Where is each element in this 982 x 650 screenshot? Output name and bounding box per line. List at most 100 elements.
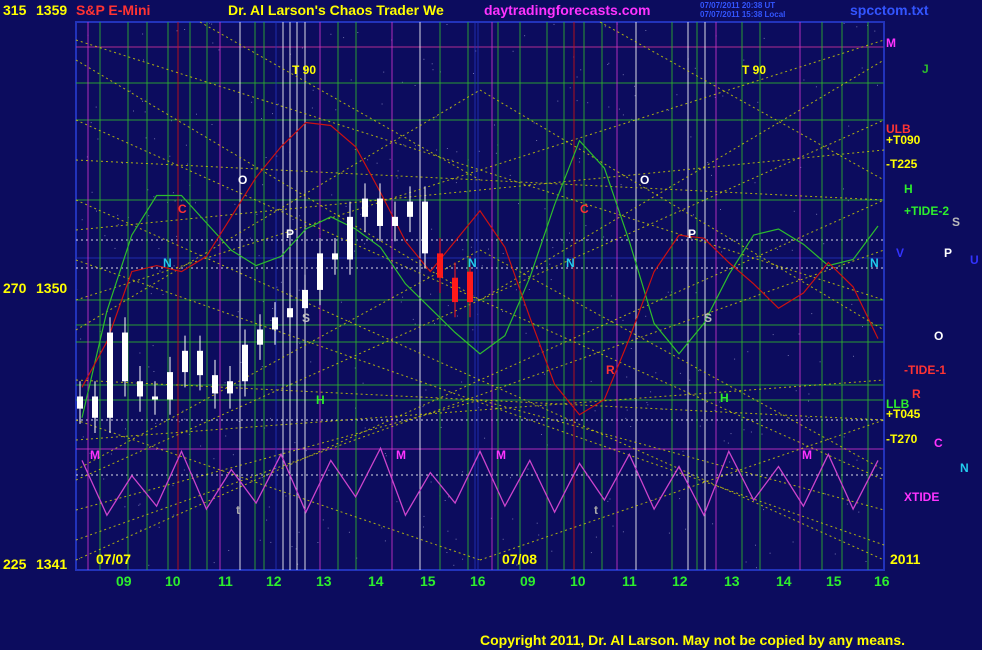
star-dot: [150, 293, 152, 295]
star-dot: [446, 148, 448, 149]
right-label-tide-1: -TIDE-1: [904, 363, 946, 377]
price-bar-body: [422, 201, 428, 254]
in-chart-label-r: R: [606, 363, 615, 377]
star-dot: [858, 511, 860, 513]
star-dot: [502, 310, 503, 312]
star-dot: [576, 100, 578, 102]
star-dot: [153, 371, 155, 372]
star-dot: [91, 191, 93, 193]
star-dot: [730, 433, 732, 435]
star-dot: [634, 95, 636, 97]
price-bar-body: [332, 253, 338, 260]
in-chart-label-o: O: [640, 173, 649, 187]
star-dot: [276, 286, 278, 288]
star-dot: [211, 124, 213, 125]
star-dot: [117, 214, 119, 216]
star-dot: [846, 503, 848, 505]
star-dot: [856, 459, 858, 461]
star-dot: [834, 553, 836, 555]
site-link[interactable]: daytradingforecasts.com: [484, 2, 651, 18]
in-chart-label-p: P: [688, 227, 696, 241]
star-dot: [848, 125, 850, 127]
star-dot: [523, 304, 525, 306]
star-dot: [455, 182, 457, 184]
price-bar-body: [272, 317, 278, 330]
star-dot: [536, 522, 538, 524]
star-dot: [729, 461, 731, 463]
star-dot: [384, 453, 386, 454]
star-dot: [432, 69, 434, 71]
star-dot: [360, 213, 362, 215]
star-dot: [808, 400, 809, 402]
star-dot: [345, 205, 347, 207]
symbol-title: S&P E-Mini: [76, 2, 150, 18]
star-dot: [761, 433, 763, 435]
x-tick-label: 09: [520, 573, 536, 589]
star-dot: [694, 67, 696, 69]
price-bar-body: [77, 396, 83, 409]
star-dot: [689, 379, 691, 381]
star-dot: [755, 544, 756, 546]
star-dot: [747, 351, 749, 353]
star-dot: [466, 191, 468, 193]
star-dot: [187, 163, 189, 165]
star-dot: [707, 162, 709, 163]
star-dot: [265, 157, 267, 158]
star-dot: [557, 100, 559, 102]
star-dot: [745, 561, 747, 563]
star-dot: [569, 232, 570, 234]
chart-title: Dr. Al Larson's Chaos Trader We: [228, 2, 444, 18]
star-dot: [80, 338, 82, 340]
star-dot: [124, 506, 126, 508]
star-dot: [402, 296, 404, 298]
star-dot: [874, 30, 876, 32]
star-dot: [159, 270, 161, 272]
star-dot: [763, 37, 765, 39]
star-dot: [350, 79, 352, 81]
star-dot: [340, 301, 342, 303]
in-chart-label-t-90: T 90: [292, 63, 316, 77]
star-dot: [232, 454, 234, 456]
star-dot: [711, 174, 712, 176]
star-dot: [743, 59, 745, 61]
star-dot: [367, 159, 369, 161]
copyright-notice: Copyright 2011, Dr. Al Larson. May not b…: [480, 632, 905, 648]
star-dot: [622, 114, 624, 116]
star-dot: [549, 263, 551, 265]
star-dot: [430, 481, 432, 483]
star-dot: [446, 552, 448, 553]
star-dot: [435, 116, 437, 118]
star-dot: [622, 74, 624, 76]
star-dot: [612, 525, 614, 527]
star-dot: [527, 468, 529, 470]
star-dot: [440, 426, 442, 428]
star-dot: [294, 442, 296, 444]
star-dot: [461, 381, 463, 383]
star-dot: [158, 526, 160, 528]
star-dot: [397, 170, 399, 172]
right-label-v: V: [896, 246, 904, 260]
star-dot: [798, 333, 800, 335]
star-dot: [819, 361, 821, 363]
star-dot: [518, 203, 519, 205]
x-tick-label: 11: [218, 573, 233, 589]
star-dot: [298, 289, 300, 291]
star-dot: [690, 136, 692, 138]
y-angle-mid: 270: [3, 280, 27, 296]
star-dot: [364, 243, 366, 245]
star-dot: [143, 59, 144, 61]
price-bar-body: [302, 289, 308, 309]
star-dot: [436, 149, 438, 151]
star-dot: [862, 326, 863, 328]
in-chart-label-h: H: [720, 391, 729, 405]
x-tick-label: 15: [420, 573, 436, 589]
in-chart-label-m: M: [802, 448, 812, 462]
star-dot: [544, 208, 546, 210]
star-dot: [590, 380, 592, 382]
star-dot: [579, 157, 581, 159]
in-chart-label-c: C: [178, 202, 187, 216]
star-dot: [335, 109, 337, 111]
star-dot: [270, 319, 272, 321]
timestamp-local: 07/07/2011 15:38 Local: [700, 10, 785, 19]
star-dot: [228, 550, 230, 551]
